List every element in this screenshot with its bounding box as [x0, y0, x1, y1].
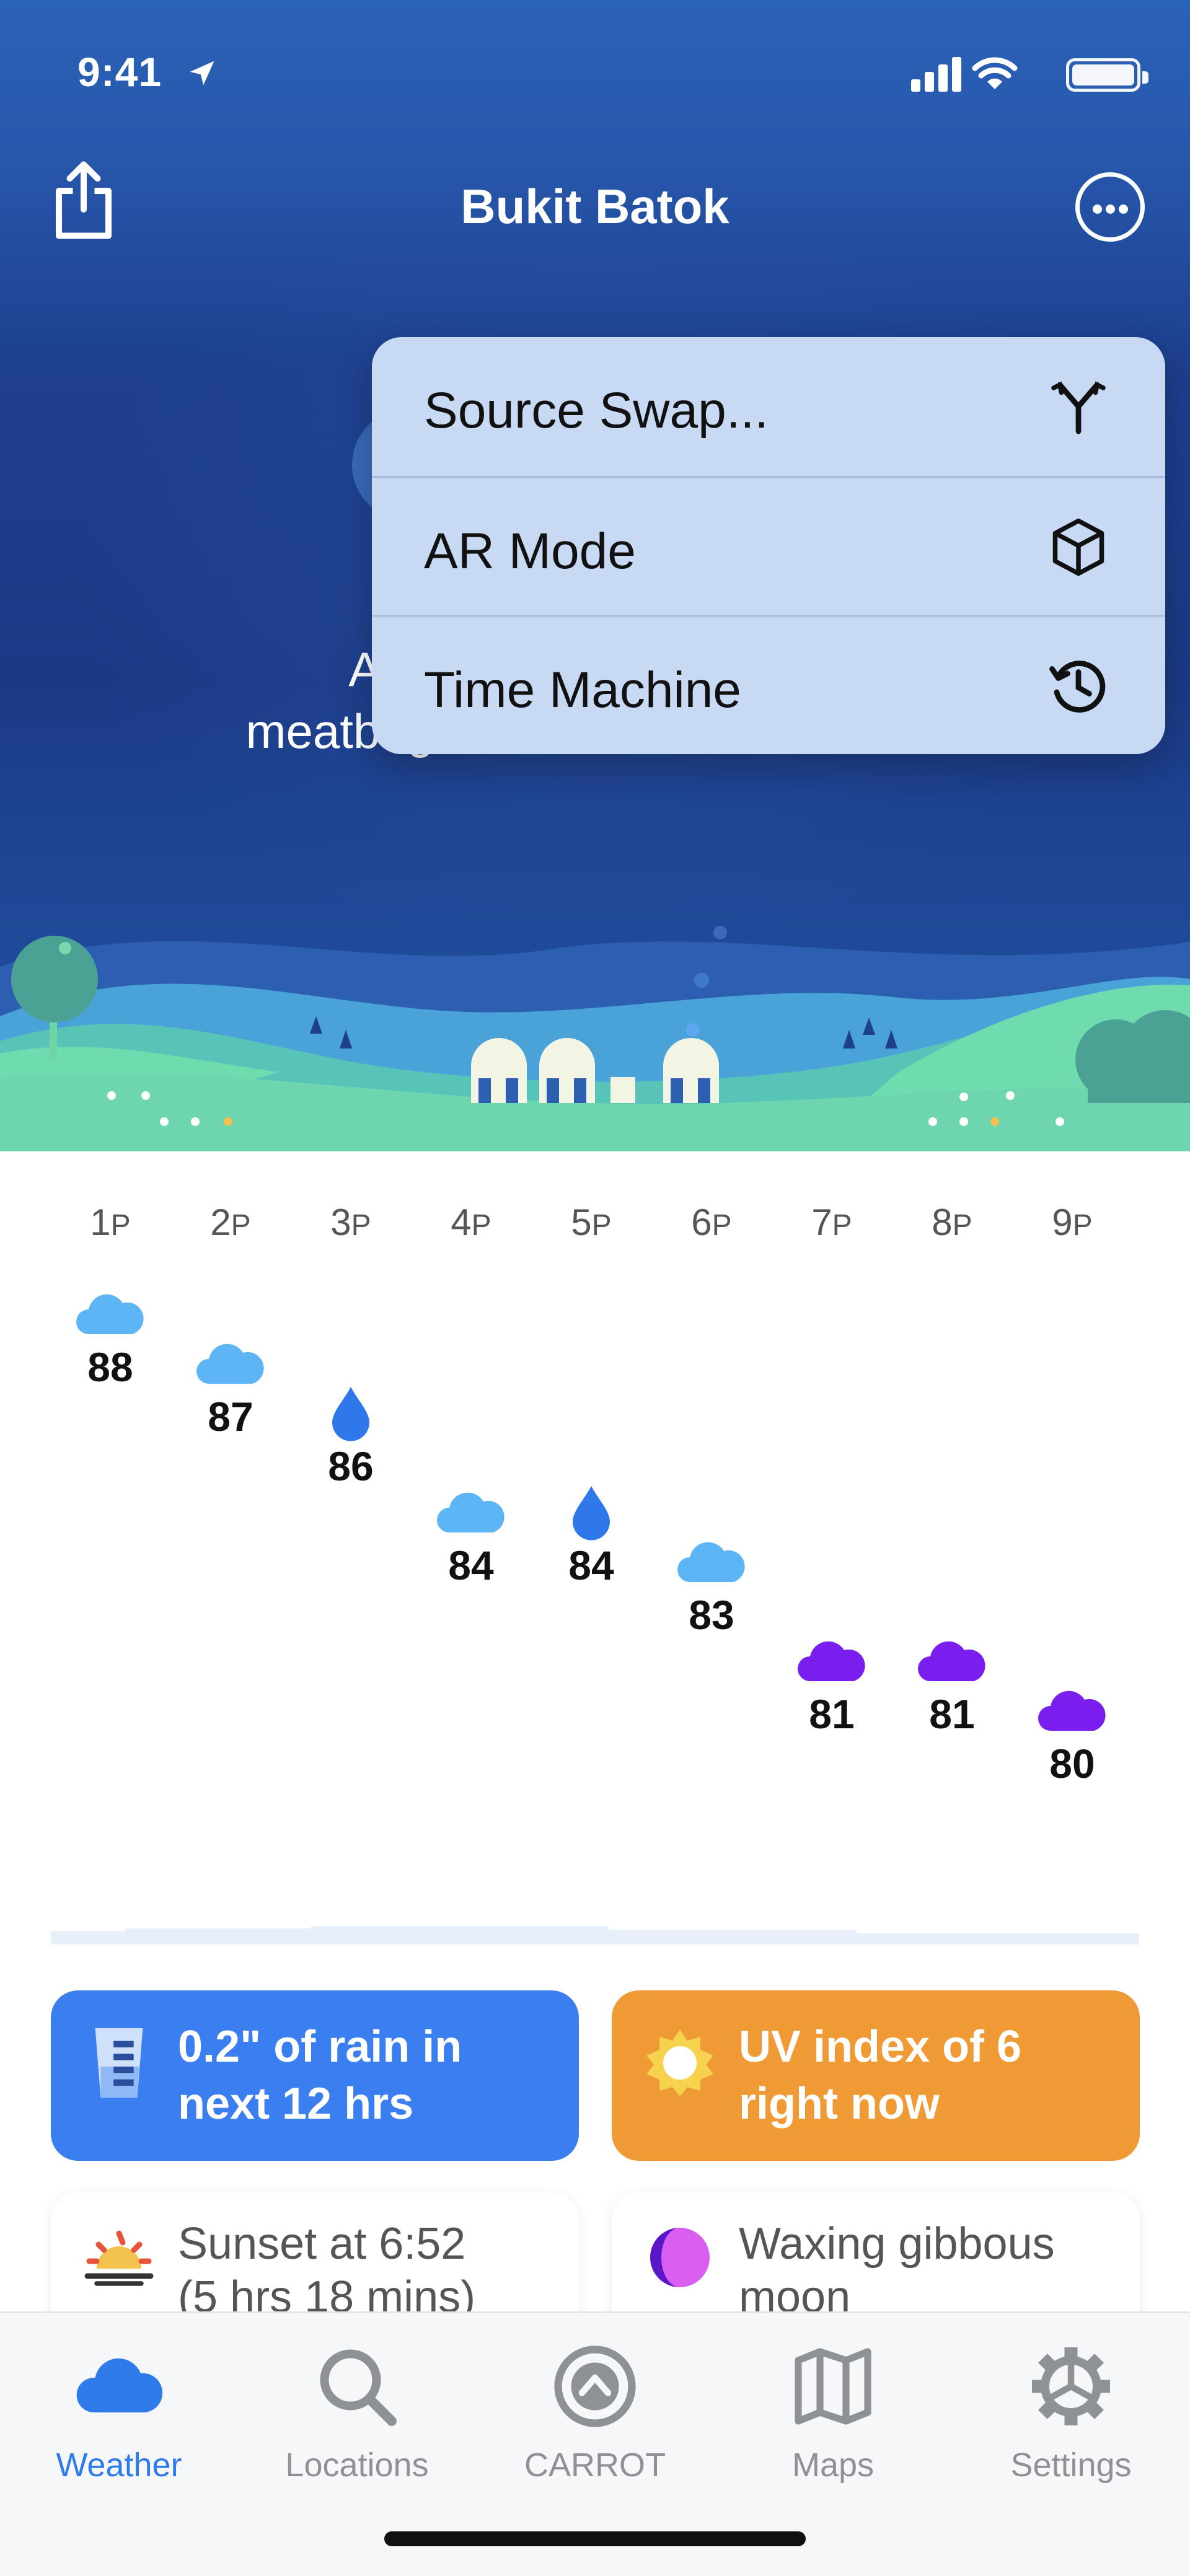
hour-temperature: 86 — [328, 1443, 374, 1489]
hour-temperature: 87 — [208, 1394, 253, 1440]
rain-drop-icon — [573, 1486, 610, 1541]
hour-temperature: 81 — [809, 1691, 855, 1737]
battery-icon — [1066, 58, 1148, 92]
cloud-icon — [677, 1542, 745, 1582]
cloud-icon — [437, 1492, 505, 1532]
history-clock-icon — [1049, 661, 1106, 713]
map-icon — [795, 2348, 871, 2425]
rain-drop-icon — [332, 1387, 369, 1441]
menu-item-label: Time Machine — [424, 662, 741, 718]
hour-label: 4P — [451, 1202, 491, 1243]
home-indicator[interactable] — [384, 2531, 806, 2546]
hour-label: 5P — [571, 1202, 612, 1243]
hour-label: 2P — [210, 1202, 251, 1243]
tab-label: Maps — [791, 2446, 875, 2484]
tab-label: CARROT — [524, 2446, 666, 2484]
rain-card-line1: 0.2" of rain in — [178, 2022, 462, 2072]
uv-card-line2: right now — [739, 2079, 940, 2129]
cloud-icon — [918, 1641, 985, 1681]
cloud-icon — [76, 2358, 162, 2412]
menu-item-label: Source Swap... — [424, 382, 769, 439]
uv-card[interactable]: UV index of 6 right now — [612, 1990, 1140, 2161]
sunset-icon — [84, 2230, 154, 2286]
hourly-forecast[interactable]: 1P 88 2P 87 3P 86 4P 84 5P 84 6P 83 7P 81 8P 81 9P 80 — [0, 1151, 1190, 1957]
hour-label: 1P — [90, 1202, 131, 1243]
tab-label: Settings — [1010, 2446, 1132, 2484]
menu-item-source-swap[interactable]: Source Swap... — [372, 337, 1165, 476]
hour-label: 6P — [691, 1202, 732, 1243]
hour-temperature: 88 — [87, 1344, 133, 1390]
moon-card-line1: Waxing gibbous — [739, 2219, 1055, 2269]
carrot-logo-icon — [554, 2345, 636, 2427]
page-title: Bukit Batok — [461, 179, 729, 234]
rain-card[interactable]: 0.2" of rain in next 12 hrs — [51, 1990, 579, 2161]
cube-icon — [1052, 518, 1104, 576]
rain-gauge-icon — [95, 2028, 143, 2098]
hour-temperature: 84 — [568, 1542, 614, 1588]
hour-label: 7P — [811, 1202, 852, 1243]
search-icon — [320, 2349, 397, 2426]
menu-item-ar-mode[interactable]: AR Mode — [372, 476, 1165, 615]
moon-phase-icon — [650, 2228, 710, 2287]
fork-icon — [1051, 381, 1106, 434]
cloud-icon — [76, 1294, 144, 1334]
hour-label: 3P — [330, 1202, 371, 1243]
more-options-button[interactable] — [1075, 172, 1145, 242]
hour-label: 9P — [1052, 1202, 1093, 1243]
landscape-illustration — [0, 926, 1190, 1151]
tab-carrot[interactable]: CARROT — [476, 2331, 714, 2492]
rain-card-line2: next 12 hrs — [178, 2079, 414, 2129]
precipitation-strip — [51, 1926, 1139, 1945]
hour-temperature: 84 — [448, 1542, 494, 1588]
hour-label: 8P — [932, 1202, 972, 1243]
tab-label: Weather — [56, 2446, 182, 2484]
menu-item-time-machine[interactable]: Time Machine — [372, 615, 1165, 754]
hour-temperature: 83 — [689, 1592, 734, 1638]
tab-label: Locations — [285, 2446, 429, 2484]
cloud-icon — [1038, 1690, 1106, 1731]
location-arrow-icon — [190, 61, 214, 86]
cellular-signal-icon — [911, 55, 961, 92]
gear-icon — [1032, 2347, 1110, 2425]
hour-temperature: 80 — [1049, 1741, 1095, 1787]
sunset-card-line1: Sunset at 6:52 — [178, 2219, 466, 2269]
status-icons — [892, 55, 1148, 92]
options-menu: Source Swap... AR Mode Time Machine — [372, 337, 1165, 754]
uv-card-line1: UV index of 6 — [739, 2022, 1022, 2072]
tab-locations[interactable]: Locations — [238, 2331, 476, 2492]
wifi-icon — [972, 57, 1018, 89]
sun-icon — [646, 2029, 713, 2096]
status-time: 9:41 — [77, 49, 162, 95]
menu-item-label: AR Mode — [424, 523, 636, 579]
tab-settings[interactable]: Settings — [952, 2331, 1190, 2492]
cloud-icon — [798, 1641, 865, 1681]
hour-temperature: 81 — [929, 1691, 975, 1737]
uv-card-text: UV index of 6 right now — [739, 2018, 1123, 2132]
cloud-icon — [196, 1343, 264, 1384]
moon-card-text: Waxing gibbous moon — [739, 2217, 1123, 2324]
tab-maps[interactable]: Maps — [714, 2331, 952, 2492]
tab-weather[interactable]: Weather — [0, 2331, 238, 2492]
sunset-card-text: Sunset at 6:52 (5 hrs 18 mins) — [178, 2217, 562, 2324]
rain-card-text: 0.2" of rain in next 12 hrs — [178, 2018, 562, 2132]
